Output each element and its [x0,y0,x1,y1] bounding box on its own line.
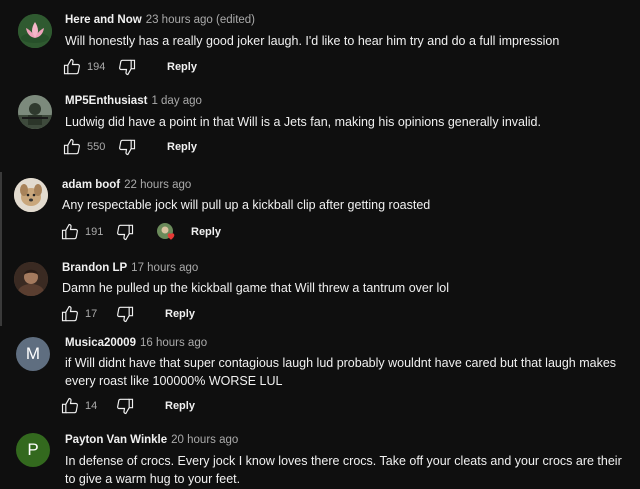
comment-author[interactable]: Brandon LP [62,262,127,274]
thumbs-up-icon [63,58,80,75]
comment-timestamp[interactable]: 16 hours ago [140,337,207,349]
dislike-button[interactable] [115,304,135,324]
comment-text-line: In defense of crocs. Every jock I know l… [65,454,622,468]
thumbs-down-icon [119,139,136,156]
avatar[interactable]: P [16,433,50,467]
reply-button[interactable]: Reply [165,308,195,320]
avatar[interactable] [14,178,48,212]
dislike-button[interactable] [117,137,137,157]
comment-author[interactable]: adam boof [62,179,120,191]
reply-button[interactable]: Reply [167,141,197,153]
like-button[interactable] [60,396,80,416]
comment-timestamp[interactable]: 23 hours ago (edited) [146,14,255,26]
lotus-avatar-icon [18,14,52,48]
like-count: 194 [87,61,106,73]
soldier-avatar-icon [18,95,52,129]
comment-author[interactable]: Musica20009 [65,337,136,349]
like-button[interactable] [60,304,80,324]
comment-author[interactable]: Here and Now [65,14,142,26]
thumbs-down-icon [117,306,134,323]
comment-text: Will honestly has a really good joker la… [65,34,560,48]
thumbs-up-icon [63,138,80,155]
thread-divider [0,172,2,326]
comment-author[interactable]: Payton Van Winkle [65,434,167,446]
dislike-button[interactable] [117,57,137,77]
comment-text: Ludwig did have a point in that Will is … [65,115,541,129]
thumbs-down-icon [117,224,134,241]
thumbs-up-icon [61,223,78,240]
like-button[interactable] [62,57,82,77]
comment-timestamp[interactable]: 17 hours ago [131,262,198,274]
thumbs-up-icon [61,305,78,322]
avatar[interactable] [14,262,48,296]
reply-button[interactable]: Reply [165,400,195,412]
reply-button[interactable]: Reply [167,61,197,73]
like-count: 191 [85,226,104,238]
person-avatar-icon [14,262,48,296]
comment-text-line: if Will didnt have that super contagious… [65,356,617,370]
comment-text-line: every roast like 100000% WORSE LUL [65,374,283,388]
comment-timestamp[interactable]: 20 hours ago [171,434,238,446]
comment-timestamp[interactable]: 1 day ago [151,95,202,107]
reply-button[interactable]: Reply [191,226,221,238]
comment-timestamp[interactable]: 22 hours ago [124,179,191,191]
like-count: 14 [85,400,98,412]
comment-text-line: to give a warm hug to your feet. [65,472,241,486]
comment-author[interactable]: MP5Enthusiast [65,95,147,107]
like-count: 550 [87,141,106,153]
like-button[interactable] [62,137,82,157]
avatar[interactable] [18,95,52,129]
avatar-letter: P [27,440,39,459]
dislike-button[interactable] [115,222,135,242]
heart-icon [167,233,175,240]
thumbs-up-icon [61,397,78,414]
thumbs-down-icon [117,398,134,415]
comment-text: Damn he pulled up the kickball game that… [62,281,449,295]
dislike-button[interactable] [115,396,135,416]
avatar[interactable] [18,14,52,48]
avatar-letter: M [25,344,41,363]
creator-heart [157,222,177,242]
avatar[interactable]: M [16,337,50,371]
thumbs-down-icon [119,59,136,76]
dog-avatar-icon [14,178,48,212]
like-button[interactable] [60,222,80,242]
comment-text: Any respectable jock will pull up a kick… [62,198,431,212]
like-count: 17 [85,308,98,320]
